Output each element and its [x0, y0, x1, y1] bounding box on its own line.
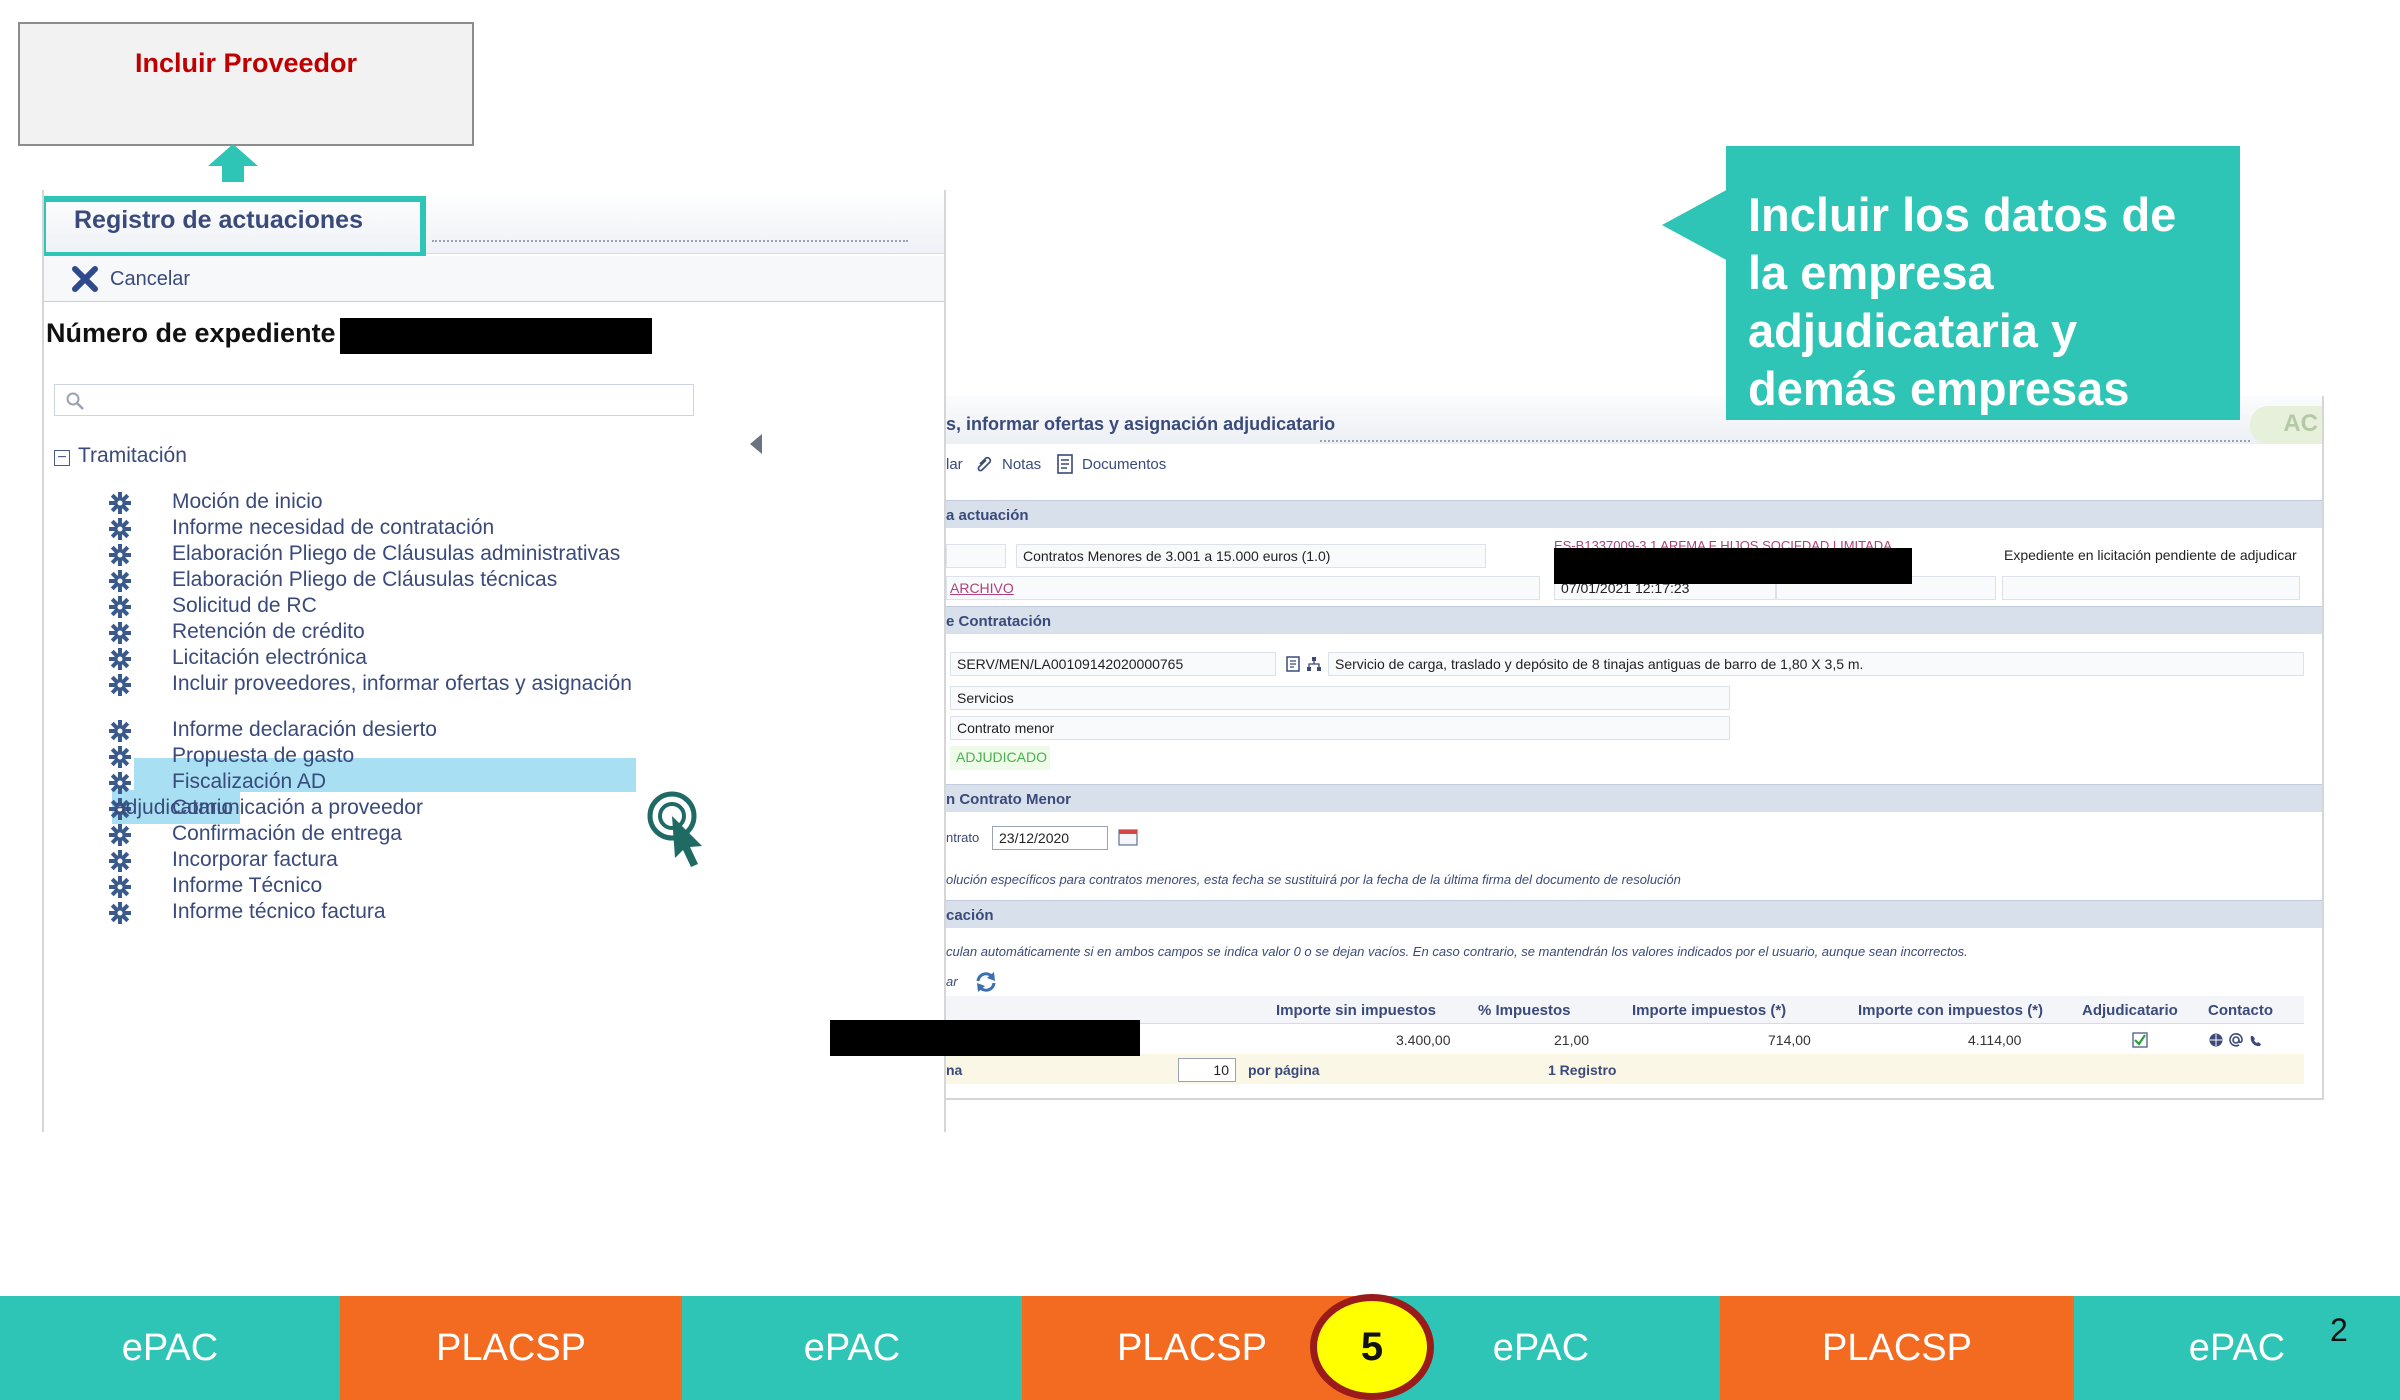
- title-highlight-frame: [44, 196, 426, 258]
- title-divider: [1320, 440, 2250, 442]
- ac-tab-label: AC: [2283, 410, 2318, 437]
- checkbox-checked-icon[interactable]: [2132, 1032, 2148, 1048]
- search-input[interactable]: [54, 384, 694, 416]
- instruction-callout: Incluir los datos de la empresa adjudica…: [1726, 146, 2240, 420]
- cancel-label: Cancelar: [110, 268, 191, 290]
- callout-pointer: [1662, 188, 1730, 262]
- refresh-label[interactable]: ar: [946, 974, 958, 989]
- section-contratacion: e Contratación: [946, 606, 2322, 634]
- cell-pct: 21,00: [1554, 1032, 1590, 1048]
- section-label: a actuación: [946, 507, 1029, 524]
- asignacion-adjudicatario-panel: s, informar ofertas y asignación adjudic…: [946, 396, 2324, 1100]
- cell-importe-sin: 3.400,00: [1396, 1032, 1451, 1048]
- col-importe-impuestos[interactable]: Importe impuestos (*): [1632, 1002, 1786, 1019]
- per-page-input[interactable]: 10: [1178, 1058, 1236, 1082]
- step-number-badge: 5: [1310, 1294, 1434, 1400]
- tree-item-selected[interactable]: Incluir proveedores, informar ofertas y …: [44, 666, 764, 702]
- archivo-link[interactable]: ARCHIVO: [950, 580, 1014, 596]
- process-nav-bar: ePAC PLACSP ePAC PLACSP ePAC PLACSP ePAC: [0, 1296, 2400, 1400]
- col-adjudicatario[interactable]: Adjudicatario: [2082, 1002, 2178, 1019]
- document-icon[interactable]: [1286, 656, 1300, 672]
- tree-item-label: Informe técnico factura: [172, 900, 386, 923]
- col-importe-con[interactable]: Importe con impuestos (*): [1858, 1002, 2043, 1019]
- redacted-adjudicatario: [830, 1020, 1140, 1056]
- objeto-field: Servicio de carga, traslado y depósito d…: [1328, 652, 2304, 676]
- section-label: e Contratación: [946, 613, 1052, 630]
- col-importe-sin[interactable]: Importe sin impuestos: [1276, 1002, 1436, 1019]
- incluir-proveedor-box: Incluir Proveedor: [18, 22, 474, 146]
- selected-item-continuation[interactable]: adjudicatario: [114, 796, 233, 820]
- hierarchy-icon[interactable]: [1306, 656, 1322, 672]
- calculo-nota: culan automáticamente si en ambos campos…: [946, 944, 1968, 959]
- collapse-minus-icon[interactable]: −: [54, 450, 70, 466]
- click-cursor-icon: [647, 791, 702, 867]
- close-icon: [72, 266, 98, 292]
- documents-button[interactable]: Documentos: [1082, 456, 1166, 473]
- estado-field: Expediente en licitación pendiente de ad…: [1998, 544, 2304, 568]
- section-contrato-menor: n Contrato Menor: [946, 784, 2322, 812]
- section-label: n Contrato Menor: [946, 791, 1071, 808]
- section-actuacion: a actuación: [946, 500, 2322, 528]
- globe-icon[interactable]: [2208, 1032, 2224, 1048]
- title-divider: [432, 240, 908, 242]
- empty-field-2: [2002, 576, 2300, 600]
- status-badge: ADJUDICADO: [950, 746, 1050, 770]
- redacted-organo: [1554, 548, 1912, 584]
- calendar-icon[interactable]: [1118, 828, 1138, 846]
- gear-icon: [108, 901, 132, 925]
- tree-root-label: Tramitación: [78, 444, 187, 467]
- col-contacto[interactable]: Contacto: [2208, 1002, 2273, 1019]
- nav-epac-4[interactable]: ePAC: [2074, 1296, 2400, 1400]
- incluir-proveedor-label: Incluir Proveedor: [134, 48, 358, 78]
- fecha-contrato-label: ntrato: [946, 830, 980, 845]
- callout-text: Incluir los datos de la empresa adjudica…: [1748, 188, 2177, 415]
- tree-item[interactable]: Informe técnico factura: [44, 894, 764, 930]
- panel-title: s, informar ofertas y asignación adjudic…: [946, 414, 1336, 434]
- collapse-arrow-icon[interactable]: [750, 434, 762, 454]
- fecha-nota: olución específicos para contratos menor…: [946, 872, 1681, 887]
- record-count: 1 Registro: [1548, 1062, 1617, 1078]
- nav-epac-2[interactable]: ePAC: [682, 1296, 1022, 1400]
- slide-number: 2: [2330, 1312, 2348, 1348]
- refresh-icon[interactable]: [974, 970, 998, 994]
- table-footer: [946, 1054, 2304, 1084]
- per-page-label: por página: [1248, 1062, 1320, 1078]
- expediente-label: Número de expediente :: [46, 318, 353, 348]
- actuacion-code-field: [946, 544, 1006, 568]
- tipo-contrato-field: Servicios: [950, 686, 1730, 710]
- nav-placsp-1[interactable]: PLACSP: [340, 1296, 682, 1400]
- gear-icon: [108, 673, 132, 697]
- col-pct-impuestos[interactable]: % Impuestos: [1478, 1002, 1571, 1019]
- table-row[interactable]: [946, 1026, 2304, 1054]
- phone-icon[interactable]: [2248, 1032, 2264, 1048]
- cancel-button[interactable]: lar: [946, 456, 963, 473]
- email-icon[interactable]: [2228, 1032, 2244, 1048]
- nav-epac-1[interactable]: ePAC: [0, 1296, 340, 1400]
- registro-actuaciones-panel: Registro de actuaciones Cancelar Número …: [42, 190, 946, 1132]
- pagina-label: na: [946, 1062, 963, 1078]
- tree-item-label: Incluir proveedores, informar ofertas y …: [172, 672, 632, 695]
- tipo-field: Contratos Menores de 3.001 a 15.000 euro…: [1016, 544, 1486, 568]
- paperclip-icon: [977, 456, 992, 472]
- redacted-expediente: [340, 318, 652, 354]
- section-label: cación: [946, 907, 994, 924]
- nav-placsp-3[interactable]: PLACSP: [1720, 1296, 2074, 1400]
- procedimiento-field: Contrato menor: [950, 716, 1730, 740]
- notes-button[interactable]: Notas: [1002, 456, 1041, 473]
- toolbar: lar Notas Documentos: [946, 444, 2322, 482]
- archivo-field: [946, 576, 1540, 600]
- search-icon: [66, 392, 84, 410]
- cell-importe-con: 4.114,00: [1968, 1032, 2022, 1048]
- section-adjudicacion: cación: [946, 900, 2322, 928]
- cell-impuestos: 714,00: [1768, 1032, 1811, 1048]
- codigo-field: SERV/MEN/LA00109142020000765: [950, 652, 1276, 676]
- up-arrow-icon: [208, 144, 258, 182]
- fecha-contrato-input[interactable]: 23/12/2020: [992, 826, 1108, 850]
- cancel-button[interactable]: Cancelar: [44, 256, 944, 302]
- document-icon: [1057, 454, 1073, 474]
